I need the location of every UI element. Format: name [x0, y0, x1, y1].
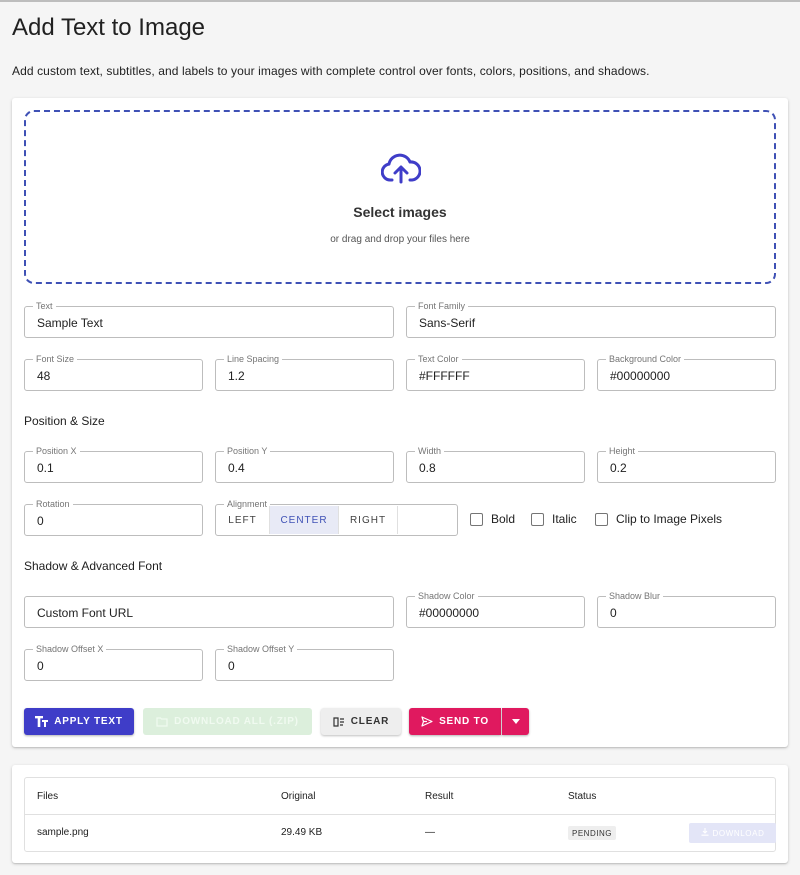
- download-file-label: DOWNLOAD: [712, 828, 765, 838]
- shadow-offset-y-label: Shadow Offset Y: [224, 644, 298, 654]
- folder-icon: [156, 716, 168, 727]
- line-spacing-field[interactable]: Line Spacing 1.2: [215, 354, 394, 391]
- bold-checkbox-label: Bold: [491, 512, 516, 526]
- original-size-cell: 29.49 KB: [281, 827, 323, 838]
- width-label: Width: [415, 446, 445, 456]
- apply-text-label: APPLY TEXT: [54, 716, 123, 727]
- position-x-value: 0.1: [37, 461, 54, 475]
- rotation-field[interactable]: Rotation 0: [24, 499, 203, 536]
- text-format-icon: [35, 716, 49, 727]
- width-field[interactable]: Width 0.8: [406, 446, 585, 483]
- table-divider: [25, 814, 775, 815]
- dropzone-title: Select images: [353, 204, 447, 220]
- italic-checkbox-label: Italic: [552, 512, 577, 526]
- shadow-color-label: Shadow Color: [415, 591, 478, 601]
- shadow-offset-y-field[interactable]: Shadow Offset Y 0: [215, 644, 394, 681]
- background-color-field[interactable]: Background Color #00000000: [597, 354, 776, 391]
- settings-card: Select images or drag and drop your file…: [12, 98, 788, 747]
- font-family-value: Sans-Serif: [419, 316, 476, 330]
- font-family-label: Font Family: [415, 301, 469, 311]
- result-cell: —: [425, 827, 435, 838]
- height-label: Height: [606, 446, 639, 456]
- font-family-select[interactable]: Font Family Sans-Serif: [406, 301, 776, 338]
- bold-checkbox[interactable]: Bold: [470, 510, 515, 528]
- rotation-value: 0: [37, 514, 44, 528]
- shadow-blur-label: Shadow Blur: [606, 591, 664, 601]
- files-table: Files Original Result Status sample.png …: [24, 777, 776, 852]
- shadow-advanced-heading: Shadow & Advanced Font: [24, 559, 163, 573]
- line-spacing-label: Line Spacing: [224, 354, 283, 364]
- column-header-status: Status: [568, 791, 597, 802]
- download-all-label: DOWNLOAD ALL (.ZIP): [174, 716, 299, 727]
- shadow-blur-field[interactable]: Shadow Blur 0: [597, 591, 776, 628]
- shadow-offset-x-label: Shadow Offset X: [33, 644, 107, 654]
- clear-button[interactable]: CLEAR: [321, 708, 401, 735]
- text-field-value: Sample Text: [37, 316, 103, 330]
- custom-font-url-field[interactable]: Custom Font URL: [24, 596, 394, 628]
- caret-down-icon: [511, 716, 520, 727]
- page-title: Add Text to Image: [12, 14, 206, 41]
- file-dropzone[interactable]: Select images or drag and drop your file…: [24, 110, 776, 284]
- status-badge: PENDING: [568, 826, 616, 840]
- background-color-label: Background Color: [606, 354, 685, 364]
- send-to-dropdown-button[interactable]: [502, 708, 529, 735]
- clip-checkbox[interactable]: Clip to Image Pixels: [595, 510, 722, 528]
- custom-font-url-placeholder: Custom Font URL: [37, 606, 134, 620]
- rotation-label: Rotation: [33, 499, 73, 509]
- text-color-field[interactable]: Text Color #FFFFFF: [406, 354, 585, 391]
- position-x-field[interactable]: Position X 0.1: [24, 446, 203, 483]
- apply-text-button[interactable]: APPLY TEXT: [24, 708, 134, 735]
- text-field[interactable]: Text Sample Text: [24, 301, 394, 338]
- dropzone-subtitle: or drag and drop your files here: [330, 234, 470, 245]
- align-center-button[interactable]: CENTER: [270, 506, 339, 534]
- height-field[interactable]: Height 0.2: [597, 446, 776, 483]
- bold-checkbox-box[interactable]: [470, 512, 483, 526]
- shadow-offset-x-field[interactable]: Shadow Offset X 0: [24, 644, 203, 681]
- height-value: 0.2: [610, 461, 627, 475]
- column-header-result: Result: [425, 791, 454, 802]
- align-left-button[interactable]: LEFT: [216, 506, 270, 534]
- position-y-field[interactable]: Position Y 0.4: [215, 446, 394, 483]
- font-size-field[interactable]: Font Size 48: [24, 354, 203, 391]
- download-file-button[interactable]: DOWNLOAD: [689, 823, 776, 843]
- column-header-original: Original: [281, 791, 316, 802]
- position-y-label: Position Y: [224, 446, 271, 456]
- position-x-label: Position X: [33, 446, 80, 456]
- line-spacing-value: 1.2: [228, 369, 245, 383]
- width-value: 0.8: [419, 461, 436, 475]
- position-y-value: 0.4: [228, 461, 245, 475]
- send-to-button[interactable]: SEND TO: [409, 708, 501, 735]
- font-size-value: 48: [37, 369, 51, 383]
- download-all-zip-button[interactable]: DOWNLOAD ALL (.ZIP): [143, 708, 312, 735]
- shadow-color-value: #00000000: [419, 606, 480, 620]
- clear-label: CLEAR: [350, 716, 390, 727]
- files-card: Files Original Result Status sample.png …: [12, 765, 788, 863]
- italic-checkbox[interactable]: Italic: [531, 510, 577, 528]
- clip-checkbox-label: Clip to Image Pixels: [616, 512, 723, 526]
- text-field-label: Text: [33, 301, 56, 311]
- italic-checkbox-box[interactable]: [531, 512, 544, 526]
- clear-all-icon: [333, 716, 345, 727]
- send-to-label: SEND TO: [439, 716, 489, 727]
- download-icon: [701, 828, 709, 838]
- send-icon: [421, 716, 433, 727]
- file-name-cell: sample.png: [37, 827, 89, 838]
- position-size-heading: Position & Size: [24, 414, 105, 428]
- shadow-blur-value: 0: [610, 606, 617, 620]
- column-header-files: Files: [37, 791, 59, 802]
- clip-checkbox-box[interactable]: [595, 512, 608, 526]
- page-description: Add custom text, subtitles, and labels t…: [12, 64, 650, 78]
- alignment-toggle-group: Alignment LEFT CENTER RIGHT: [215, 499, 458, 536]
- shadow-offset-x-value: 0: [37, 659, 44, 673]
- text-color-value: #FFFFFF: [419, 369, 470, 383]
- font-size-label: Font Size: [33, 354, 78, 364]
- text-color-label: Text Color: [415, 354, 462, 364]
- align-right-button[interactable]: RIGHT: [339, 506, 398, 534]
- shadow-offset-y-value: 0: [228, 659, 235, 673]
- background-color-value: #00000000: [610, 369, 671, 383]
- cloud-upload-icon: [381, 153, 421, 184]
- shadow-color-field[interactable]: Shadow Color #00000000: [406, 591, 585, 628]
